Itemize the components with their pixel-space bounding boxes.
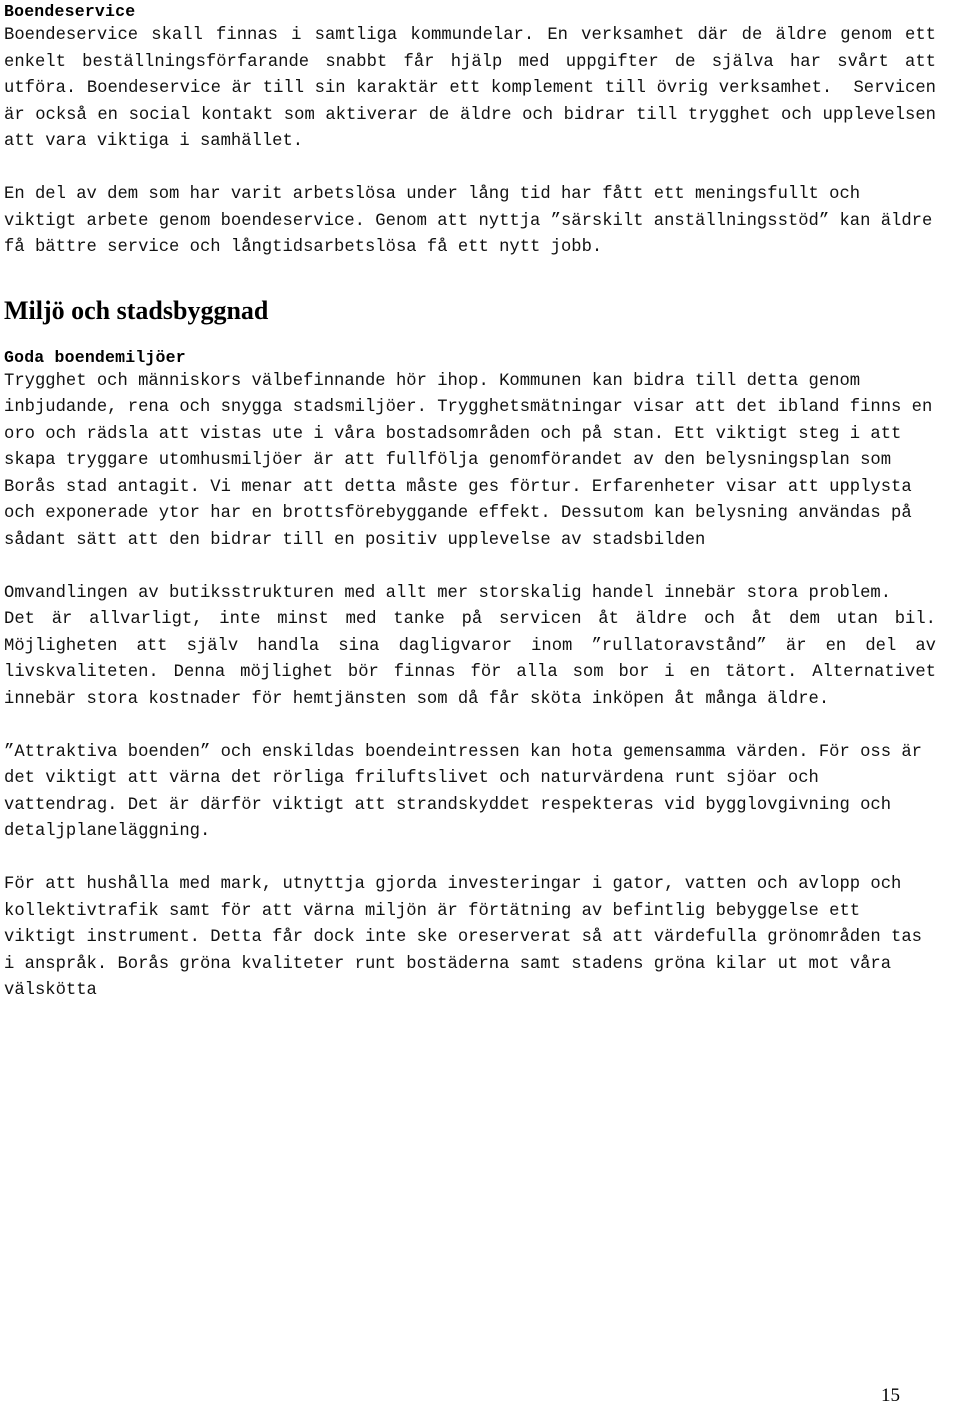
section-heading-miljo-och-stadsbyggnad: Miljö och stadsbyggnad — [4, 295, 269, 325]
paragraph-miljo-4: ”Attraktiva boenden” och enskildas boend… — [4, 742, 933, 842]
paragraph-miljo-3: Det är allvarligt, inte minst med tanke … — [4, 610, 947, 709]
page-number: 15 — [881, 1385, 900, 1406]
paragraph-miljo-1: Trygghet och människors välbefinnande hö… — [4, 371, 943, 550]
heading-spacer — [4, 326, 936, 346]
document-page: Boendeservice Boendeservice skall finnas… — [0, 0, 960, 1412]
paragraph-miljo-2: Omvandlingen av butiksstrukturen med all… — [4, 583, 892, 603]
paragraph-miljo-5: För att hushålla med mark, utnyttja gjor… — [4, 875, 933, 1000]
paragraph-boendeservice-1: Boendeservice skall finnas i samtliga ko… — [4, 26, 947, 151]
page-content: Boendeservice Boendeservice skall finnas… — [4, 0, 936, 1005]
paragraph-boendeservice-2: En del av dem som har varit arbetslösa u… — [4, 185, 943, 257]
subheading-goda-boendemiljoer: Goda boendemiljöer — [4, 347, 186, 367]
section-heading-boendeservice: Boendeservice — [4, 2, 136, 21]
